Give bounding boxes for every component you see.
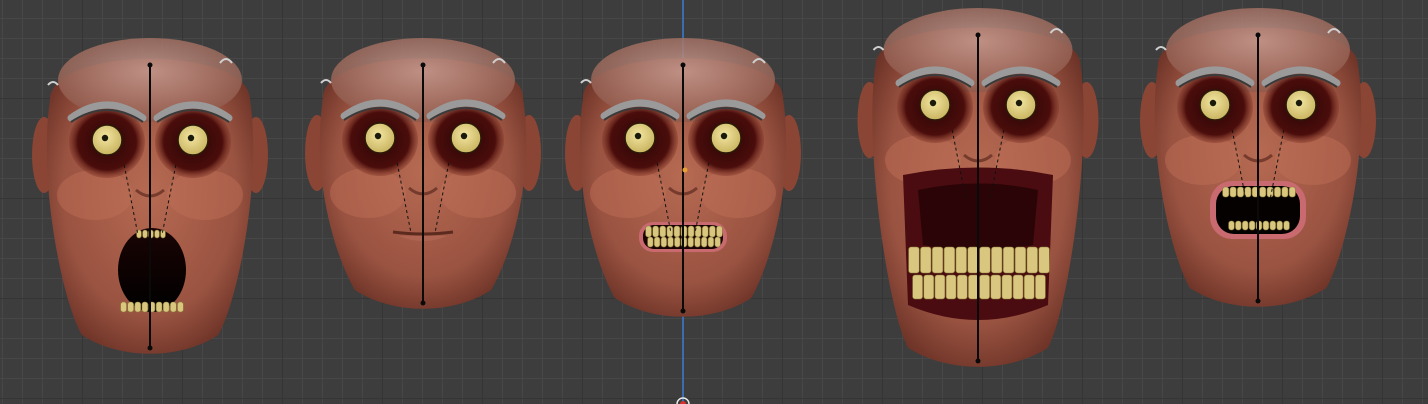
mouth <box>118 228 186 312</box>
pupil <box>101 134 109 142</box>
staple-icon <box>320 79 332 84</box>
face-scream[interactable] <box>857 8 1099 367</box>
bone-head-handle[interactable] <box>680 62 686 68</box>
bone-head-handle[interactable] <box>1255 32 1261 38</box>
right-cheek <box>440 168 516 218</box>
pupil <box>460 132 468 140</box>
left-cheek <box>590 168 666 218</box>
left-cheek <box>330 168 406 218</box>
pupil <box>1295 99 1303 107</box>
pupil <box>929 99 937 107</box>
bone-tail-handle[interactable] <box>975 358 981 364</box>
face-gasp[interactable] <box>32 38 268 354</box>
pupil <box>634 132 642 140</box>
face-neutral[interactable] <box>305 38 541 309</box>
left-cheek <box>57 170 133 220</box>
pupil <box>374 132 382 140</box>
pupil <box>1209 99 1217 107</box>
staple-icon <box>580 79 592 84</box>
bone-tail-handle[interactable] <box>1255 298 1261 304</box>
pupil <box>720 132 728 140</box>
bone-tail-handle[interactable] <box>420 300 426 306</box>
3d-viewport[interactable] <box>0 0 1428 404</box>
left-cheek <box>1165 135 1241 185</box>
right-cheek <box>700 168 776 218</box>
bone-head-handle[interactable] <box>420 62 426 68</box>
bone-head-handle[interactable] <box>975 32 981 38</box>
pupil <box>1015 99 1023 107</box>
pupil <box>187 134 195 142</box>
bone-tail-handle[interactable] <box>147 345 153 351</box>
staple-icon <box>47 81 59 86</box>
bone-tail-handle[interactable] <box>680 308 686 314</box>
bone-head-handle[interactable] <box>147 62 153 68</box>
right-cheek <box>1275 135 1351 185</box>
lower-teeth <box>120 301 184 313</box>
face-grimace[interactable] <box>565 38 801 317</box>
selected-vertex[interactable] <box>682 167 688 173</box>
right-cheek <box>167 170 243 220</box>
face-shocked[interactable] <box>1140 8 1376 307</box>
staple-icon <box>1155 46 1167 51</box>
staple-icon <box>872 46 885 51</box>
